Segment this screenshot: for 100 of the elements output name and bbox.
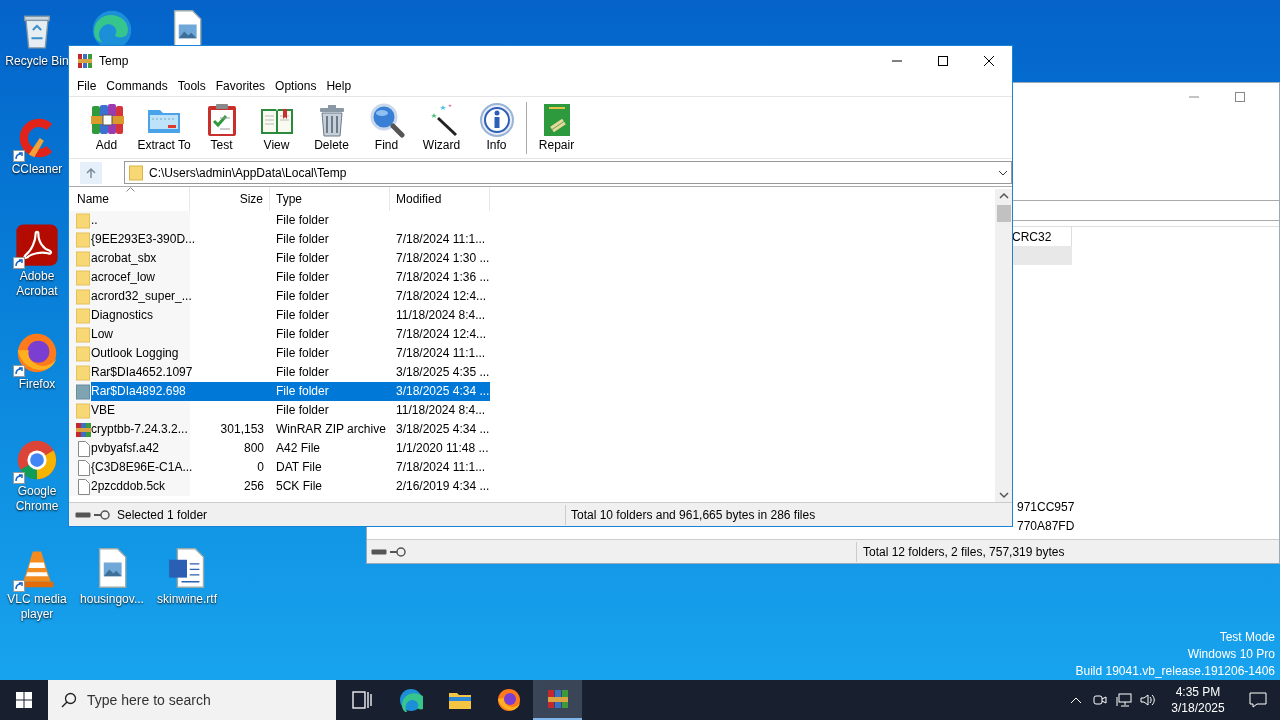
table-cell: A42 File — [276, 441, 321, 455]
scrollbar[interactable] — [995, 189, 1012, 502]
menu-item[interactable]: Commands — [101, 76, 173, 96]
key-icon — [94, 509, 110, 520]
status-text: Total 12 folders, 2 files, 757,319 bytes — [862, 543, 1065, 561]
toolbar-button[interactable]: Delete — [304, 98, 359, 157]
file-row[interactable]: acrord32_super_... File folder 7/18/2024 12:4... — [91, 287, 490, 306]
toolbar-button[interactable]: Add — [79, 98, 134, 157]
table-cell: {9EE293E3-390D... — [91, 232, 196, 246]
menu-item[interactable]: File — [72, 76, 102, 96]
folder-icon — [76, 383, 91, 400]
status-text: Total 10 folders and 961,665 bytes in 286 files — [571, 506, 816, 524]
table-cell: 3/18/2025 4:35 ... — [396, 365, 490, 379]
folder-icon — [76, 269, 91, 286]
folder-icon — [129, 164, 143, 181]
up-arrow-icon — [85, 166, 97, 179]
toolbar-button[interactable]: Extract To — [134, 98, 194, 157]
toolbar-button[interactable]: Info — [469, 98, 524, 157]
maximize-icon — [1235, 92, 1245, 102]
file-row[interactable]: Rar$DIa4892.698 File folder 3/18/2025 4:34 ... — [91, 382, 490, 401]
table-cell: 7/18/2024 11:1... — [396, 232, 486, 246]
desktop-icon-label[interactable]: CCleaner — [11, 161, 63, 177]
table-cell: acrobat_sbx — [91, 251, 157, 265]
search-field[interactable]: Type here to search — [48, 680, 336, 720]
taskbar-app-button[interactable] — [533, 680, 582, 720]
winrar-icon — [545, 687, 570, 711]
desktop-icon-label[interactable]: Adobe Acrobat — [4, 269, 70, 300]
file-row[interactable]: acrocef_low File folder 7/18/2024 1:36 ... — [91, 268, 490, 287]
file-row[interactable]: {9EE293E3-390D... File folder 7/18/2024 11:1... — [91, 230, 490, 249]
file-row[interactable]: pvbyafsf.a42 800 A42 File 1/1/2020 11:48 ... — [91, 439, 490, 458]
shortcut-arrow-icon — [13, 580, 25, 592]
row-highlight — [1010, 246, 1072, 265]
toolbar-button[interactable]: Test — [194, 98, 249, 157]
folder-icon — [76, 364, 91, 381]
file-row[interactable]: acrobat_sbx File folder 7/18/2024 1:30 ... — [91, 249, 490, 268]
desktop-icon-label[interactable]: Recycle Bin — [5, 54, 69, 69]
shortcut-arrow-icon — [13, 472, 25, 485]
key-icon — [390, 546, 406, 557]
table-cell: File folder — [276, 346, 329, 360]
table-cell: 301,153 — [220, 422, 264, 436]
status-text: Selected 1 folder — [117, 506, 209, 524]
table-cell: 0 — [257, 460, 264, 474]
folder-icon — [76, 345, 91, 362]
table-cell: Diagnostics — [91, 308, 154, 322]
table-cell: 7/18/2024 12:4... — [396, 327, 487, 341]
table-cell: 7/18/2024 12:4... — [396, 289, 487, 303]
menu-item[interactable]: Options — [270, 76, 322, 96]
column-header[interactable]: Size — [190, 187, 270, 211]
table-cell: File folder — [276, 308, 329, 322]
toolbar-button[interactable]: View — [249, 98, 304, 157]
acrobat-icon[interactable] — [15, 223, 59, 268]
menu-item[interactable]: Help — [321, 76, 357, 96]
archive-icon — [76, 421, 91, 438]
menu-item[interactable]: Favorites — [210, 76, 271, 96]
search-icon — [61, 692, 77, 708]
file-row[interactable]: 2pzcddob.5ck 256 5CK File 2/16/2019 4:34 ... — [91, 477, 490, 496]
folder-icon — [76, 231, 91, 248]
toolbar-button[interactable]: Wizard — [414, 98, 469, 157]
table-cell: acrocef_low — [91, 270, 156, 284]
magnifier-icon — [368, 102, 405, 138]
file-row[interactable]: Outlook Logging File folder 7/18/2024 11:1... — [91, 344, 490, 363]
table-cell: VBE — [91, 403, 115, 417]
table-cell: 1/1/2020 11:48 ... — [396, 441, 489, 455]
speaker-icon — [1140, 693, 1156, 707]
file-row[interactable]: Rar$DIa4652.1097 File folder 3/18/2025 4:35 ... — [91, 363, 490, 382]
table-cell: acrord32_super_... — [91, 289, 192, 303]
window-title: Temp — [99, 53, 129, 70]
table-cell: Rar$DIa4652.1097 — [91, 365, 193, 379]
address-field[interactable]: C:\Users\admin\AppData\Local\Temp — [124, 161, 1012, 184]
file-row[interactable]: cryptbb-7.24.3.2... 301,153 WinRAR ZIP archive 3/18/2025 4:34 ... — [91, 420, 490, 439]
file-row[interactable]: {C3D8E96E-C1A... 0 DAT File 7/18/2024 11:1... — [91, 458, 490, 477]
chevron-up-icon — [1070, 696, 1082, 704]
table-cell: 7/18/2024 11:1... — [396, 460, 486, 474]
scrollbar-thumb[interactable] — [996, 205, 1011, 222]
table-cell: Outlook Logging — [91, 346, 179, 360]
clock[interactable]: 4:35 PM 3/18/2025 — [1160, 684, 1236, 716]
toolbar-button[interactable]: Find — [359, 98, 414, 157]
file-row[interactable]: Diagnostics File folder 11/18/2024 8:4... — [91, 306, 490, 325]
toolbar-button[interactable]: Repair — [529, 98, 584, 157]
folder-icon — [76, 250, 91, 267]
file-row[interactable]: Low File folder 7/18/2024 12:4... — [91, 325, 490, 344]
table-cell: pvbyafsf.a42 — [91, 441, 160, 455]
table-cell: File folder — [276, 270, 329, 284]
column-header[interactable]: Type — [270, 187, 390, 211]
table-cell: File folder — [276, 384, 329, 398]
table-cell: DAT File — [276, 460, 322, 474]
table-cell: 7/18/2024 1:36 ... — [396, 270, 490, 284]
file-row[interactable]: VBE File folder 11/18/2024 8:4... — [91, 401, 490, 420]
file-row[interactable]: .. File folder — [91, 211, 490, 230]
table-cell: 11/18/2024 8:4... — [396, 403, 486, 417]
menu-item[interactable]: Tools — [172, 76, 211, 96]
table-cell: 5CK File — [276, 479, 322, 493]
table-cell: {C3D8E96E-C1A... — [91, 460, 193, 474]
table-cell-text: 971CC957 — [1017, 499, 1075, 516]
up-button[interactable] — [80, 161, 102, 184]
table-cell: Rar$DIa4892.698 — [91, 384, 186, 398]
table-cell: 3/18/2025 4:34 ... — [396, 384, 490, 398]
column-header[interactable]: Modified — [390, 187, 490, 211]
notification-icon — [1249, 692, 1267, 708]
desktop-icon-label[interactable]: Firefox — [18, 376, 56, 392]
